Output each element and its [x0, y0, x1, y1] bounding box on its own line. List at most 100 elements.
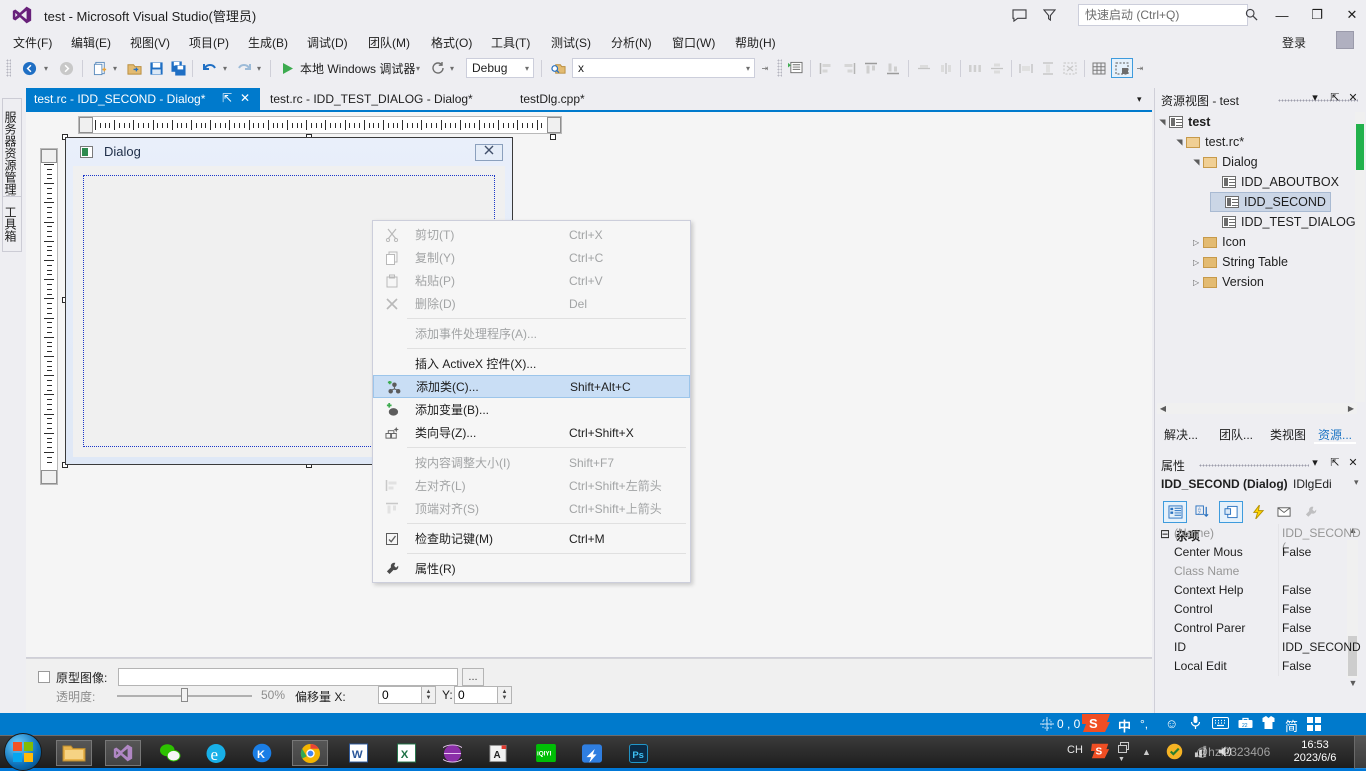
windows-start-orb[interactable]: [4, 733, 42, 771]
vruler-top-thumb[interactable]: [41, 149, 57, 163]
search-icon[interactable]: [1245, 8, 1258, 24]
resource-view-close-icon[interactable]: ✕: [1345, 91, 1361, 107]
context-menu-item-13[interactable]: 检查助记键(M) Ctrl+M: [373, 527, 690, 550]
photoshop-icon[interactable]: Ps: [620, 740, 656, 766]
close-button[interactable]: ✕: [1338, 4, 1366, 26]
align-tops-icon[interactable]: [862, 58, 880, 78]
properties-alphabetical-button[interactable]: AZ: [1190, 501, 1214, 523]
start-debug-icon[interactable]: [280, 58, 296, 78]
ime-menu-icon[interactable]: [1307, 717, 1321, 734]
make-same-height-icon[interactable]: [1039, 58, 1057, 78]
quick-launch-input[interactable]: 快速启动 (Ctrl+Q): [1078, 4, 1248, 26]
property-value[interactable]: False: [1282, 602, 1311, 616]
ime-mode-indicator[interactable]: 中: [1118, 716, 1131, 735]
excel-icon[interactable]: X: [388, 740, 424, 766]
resource-tree-hscrollbar[interactable]: ◀ ▶: [1157, 403, 1357, 414]
redo-dropdown-icon[interactable]: ▾: [254, 58, 264, 78]
properties-dropdown-icon[interactable]: ▾: [1307, 456, 1323, 472]
close-icon[interactable]: ✕: [240, 91, 250, 105]
start-debug-button[interactable]: 本地 Windows 调试器: [296, 58, 419, 78]
start-debug-dropdown-icon[interactable]: ▾: [413, 58, 423, 78]
hruler-left-thumb[interactable]: [79, 117, 93, 133]
size-to-content-icon[interactable]: [1061, 58, 1079, 78]
properties-object-dropdown-icon[interactable]: ▾: [1354, 477, 1359, 488]
tree-item-8[interactable]: ▷ String Table: [1193, 252, 1288, 272]
expand-arrow-icon[interactable]: ◢: [1175, 139, 1184, 145]
keyboard-icon[interactable]: [1212, 717, 1229, 732]
property-row-5[interactable]: Control False: [1154, 600, 1366, 619]
property-value[interactable]: False: [1282, 583, 1311, 597]
test-dialog-icon[interactable]: [1111, 58, 1133, 78]
navigate-forward-icon[interactable]: [55, 58, 77, 78]
properties-messages-button[interactable]: [1272, 501, 1296, 523]
property-column-divider[interactable]: [1278, 600, 1279, 619]
sidebar-tab-toolbox[interactable]: 工具箱: [2, 196, 22, 252]
tree-item-7[interactable]: ▷ Icon: [1193, 232, 1246, 252]
collapse-arrow-icon[interactable]: ▷: [1193, 258, 1199, 267]
property-row-7[interactable]: ID IDD_SECOND: [1154, 638, 1366, 657]
property-column-divider[interactable]: [1278, 581, 1279, 600]
property-column-divider[interactable]: [1278, 543, 1279, 562]
menu-8[interactable]: 格式(O): [424, 30, 479, 52]
menu-11[interactable]: 分析(N): [604, 30, 659, 52]
make-same-width-icon[interactable]: [1017, 58, 1035, 78]
collapse-arrow-icon[interactable]: ▷: [1193, 278, 1199, 287]
pin-icon[interactable]: ⇱: [222, 91, 232, 105]
tree-item-9[interactable]: ▷ Version: [1193, 272, 1264, 292]
austrian-app-icon[interactable]: A: [480, 740, 516, 766]
dock-tab-2[interactable]: 团队...: [1215, 422, 1257, 444]
space-across-icon[interactable]: [966, 58, 984, 78]
property-column-divider[interactable]: [1278, 524, 1279, 543]
microphone-icon[interactable]: [1190, 715, 1201, 733]
expand-arrow-icon[interactable]: ◢: [1192, 159, 1201, 165]
hruler-right-thumb[interactable]: [547, 117, 561, 133]
toggle-grid-icon[interactable]: [786, 58, 804, 78]
space-down-icon[interactable]: [988, 58, 1006, 78]
show-hidden-icons-icon[interactable]: ▼: [1118, 756, 1125, 763]
offset-y-spinner[interactable]: ▲ ▼: [498, 686, 512, 704]
tree-item-2[interactable]: ◢ test.rc*: [1175, 132, 1244, 152]
dialog-context-menu[interactable]: 剪切(T) Ctrl+X 复制(Y) Ctrl+C 粘贴(P) Ctrl+V 删除(D) De…: [372, 220, 691, 583]
resource-view-dropdown-icon[interactable]: ▾: [1307, 91, 1323, 107]
property-row-6[interactable]: Control Parer False: [1154, 619, 1366, 638]
menu-9[interactable]: 工具(T): [484, 30, 537, 52]
dialog-close-button[interactable]: [475, 144, 503, 161]
navigate-back-dropdown-icon[interactable]: ▾: [41, 58, 51, 78]
prototype-image-path-input[interactable]: [118, 668, 458, 686]
align-rights-icon[interactable]: [840, 58, 858, 78]
purple-globe-icon[interactable]: [434, 740, 470, 766]
iqiyi-icon[interactable]: iQIYI: [528, 740, 564, 766]
vruler-bottom-thumb[interactable]: [41, 470, 57, 484]
undo-dropdown-icon[interactable]: ▾: [220, 58, 230, 78]
ime-simplified-indicator[interactable]: 简: [1285, 716, 1298, 735]
restore-button[interactable]: ❐: [1303, 4, 1331, 26]
tray-language-indicator[interactable]: CH: [1067, 744, 1083, 756]
context-menu-item-7[interactable]: 添加类(C)... Shift+Alt+C: [373, 375, 690, 398]
window-switch-icon[interactable]: [1118, 742, 1130, 757]
menu-7[interactable]: 团队(M): [361, 30, 417, 52]
center-horizontally-icon[interactable]: [915, 58, 933, 78]
opacity-slider-thumb[interactable]: [181, 688, 188, 702]
emoji-icon[interactable]: ☺: [1165, 716, 1178, 731]
security-shield-icon[interactable]: [1166, 743, 1183, 763]
scroll-thumb[interactable]: [1356, 124, 1364, 170]
new-item-dropdown-icon[interactable]: ▾: [110, 58, 120, 78]
tree-item-1[interactable]: ◢ test: [1158, 112, 1211, 132]
align-bottoms-icon[interactable]: [884, 58, 902, 78]
tree-item-3[interactable]: ◢ Dialog: [1192, 152, 1258, 172]
show-desktop-button[interactable]: [1354, 736, 1366, 769]
find-in-files-icon[interactable]: [548, 58, 568, 78]
tree-item-5[interactable]: IDD_SECOND: [1210, 192, 1331, 212]
menu-4[interactable]: 项目(P): [182, 30, 236, 52]
new-item-icon[interactable]: [90, 58, 110, 78]
refresh-icon[interactable]: [429, 58, 447, 78]
dock-tab-1[interactable]: 解决...: [1160, 422, 1202, 444]
grid-icon[interactable]: [1090, 58, 1108, 78]
find-combo[interactable]: x ▾: [572, 58, 755, 78]
tab-overflow-icon[interactable]: ▾: [1137, 94, 1142, 105]
dialog-toolbar-grip[interactable]: [777, 59, 782, 77]
minimize-button[interactable]: —: [1268, 4, 1296, 26]
vertical-ruler[interactable]: [40, 148, 58, 485]
property-value[interactable]: False: [1282, 621, 1311, 635]
taskbar-clock[interactable]: 16:53 2023/6/6: [1286, 739, 1344, 765]
